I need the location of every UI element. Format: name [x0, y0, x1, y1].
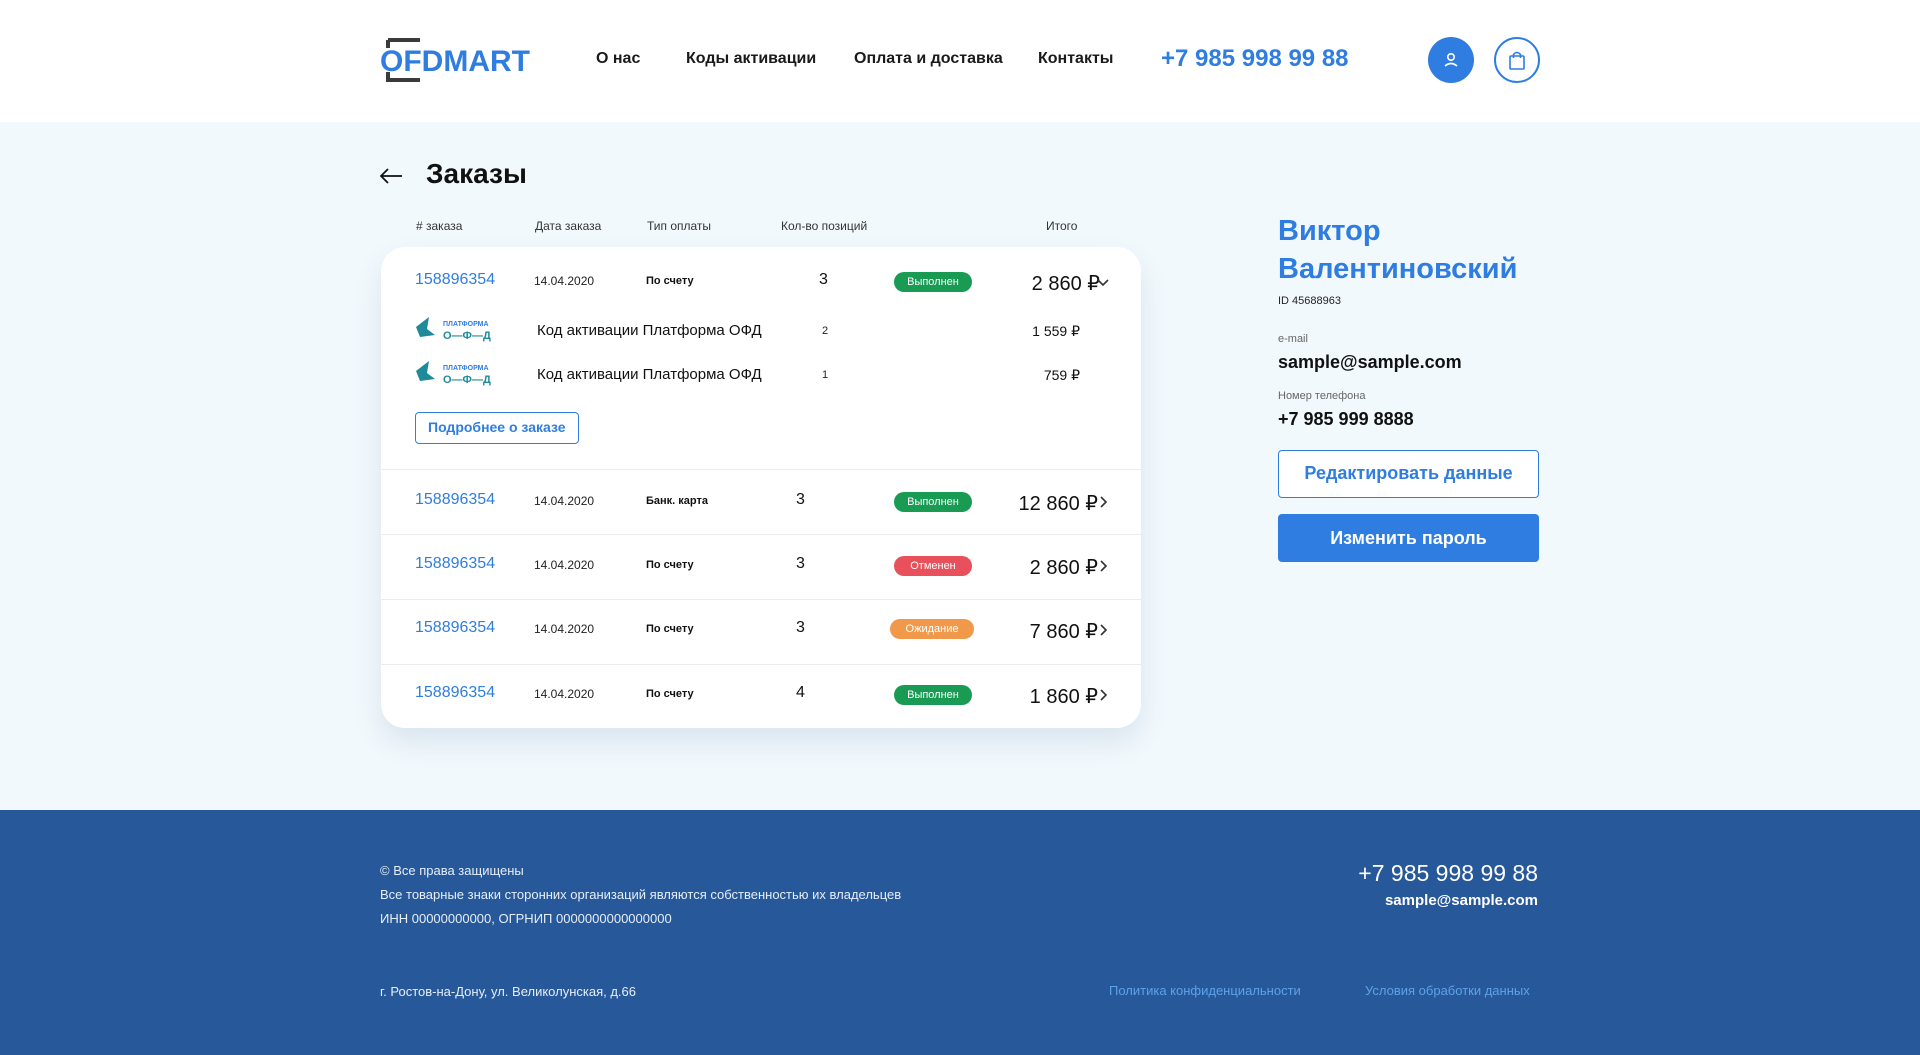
nav-item-contacts[interactable]: Контакты [1038, 50, 1113, 68]
order-row-expanded[interactable]: 158896354 14.04.2020 По счету 3 Выполнен… [381, 247, 1141, 469]
status-badge: Выполнен [894, 685, 972, 705]
item-price: 759 ₽ [1043, 367, 1080, 383]
item-count: 3 [796, 619, 805, 636]
cart-button[interactable] [1494, 37, 1540, 83]
status-badge: Отменен [894, 556, 972, 576]
ofdmart-logo[interactable]: OFDMART [380, 34, 530, 86]
email-value: sample@sample.com [1278, 352, 1462, 372]
order-total: 2 860 ₽ [1031, 273, 1100, 295]
status-badge: Выполнен [894, 272, 972, 292]
profile-id: ID 45688963 [1278, 295, 1341, 307]
company-ids: ИНН 00000000000, ОГРНИП 0000000000000000 [380, 911, 672, 926]
order-row[interactable]: 158896354 14.04.2020 По счету 3 Отменен … [381, 535, 1141, 599]
order-row[interactable]: 158896354 14.04.2020 Банк. карта 3 Выпол… [381, 470, 1141, 534]
order-total: 7 860 ₽ [1029, 621, 1098, 643]
order-details-button[interactable]: Подробнее о заказе [415, 412, 579, 444]
nav-item-about[interactable]: О нас [596, 50, 640, 68]
payment-type: По счету [646, 623, 694, 635]
order-date: 14.04.2020 [534, 274, 595, 288]
chevron-right-icon[interactable] [1095, 494, 1111, 510]
edit-profile-button[interactable]: Редактировать данные [1278, 450, 1539, 498]
item-name: Код активации Платформа ОФД [537, 322, 762, 339]
page-title: Заказы [426, 158, 527, 189]
header-phone[interactable]: +7 985 998 99 88 [1161, 45, 1349, 73]
email-label: e-mail [1278, 333, 1308, 345]
payment-type: По счету [646, 688, 694, 700]
chevron-right-icon[interactable] [1095, 622, 1111, 638]
item-count: 3 [796, 555, 805, 572]
svg-text:ПЛАТФОРМА: ПЛАТФОРМА [443, 321, 489, 328]
change-password-button[interactable]: Изменить пароль [1278, 514, 1539, 562]
trademark-notice: Все товарные знаки сторонних организаций… [380, 887, 902, 902]
logo-text: OFDMART [380, 45, 530, 78]
column-header-date: Дата заказа [535, 219, 602, 233]
copyright: © Все права защищены [380, 863, 524, 878]
order-total: 12 860 ₽ [1018, 493, 1098, 515]
footer-email[interactable]: sample@sample.com [1385, 892, 1538, 909]
item-qty: 1 [822, 369, 829, 381]
phone-label: Номер телефона [1278, 390, 1366, 402]
platforma-ofd-logo: ПЛАТФОРМА О—Ф—Д [416, 361, 491, 386]
chevron-right-icon[interactable] [1095, 558, 1111, 574]
order-row[interactable]: 158896354 14.04.2020 По счету 4 Выполнен… [381, 665, 1141, 728]
item-count: 4 [796, 684, 805, 701]
svg-text:О—Ф—Д: О—Ф—Д [443, 330, 491, 342]
order-id-link[interactable]: 158896354 [415, 619, 495, 637]
payment-type: Банк. карта [646, 495, 708, 507]
order-id-link[interactable]: 158896354 [415, 555, 495, 573]
status-badge: Ожидание [890, 619, 974, 639]
payment-type: По счету [646, 275, 694, 287]
column-header-qty: Кол-во позиций [781, 219, 868, 233]
order-date: 14.04.2020 [534, 687, 595, 701]
item-count: 3 [796, 491, 805, 508]
phone-value: +7 985 999 8888 [1278, 409, 1414, 429]
account-button[interactable] [1428, 37, 1474, 83]
footer-address: г. Ростов-на-Дону, ул. Великолунская, д.… [380, 984, 637, 999]
shopping-bag-icon [1509, 51, 1525, 70]
site-footer: © Все права защищены Все товарные знаки … [0, 810, 1920, 1055]
order-total: 1 860 ₽ [1029, 686, 1098, 708]
order-id-link[interactable]: 158896354 [415, 491, 495, 509]
order-date: 14.04.2020 [534, 558, 595, 572]
chevron-down-icon[interactable] [1095, 274, 1111, 290]
orders-list: 158896354 14.04.2020 По счету 3 Выполнен… [381, 247, 1141, 728]
column-header-order-id: # заказа [416, 219, 463, 233]
order-date: 14.04.2020 [534, 494, 595, 508]
platforma-ofd-logo: ПЛАТФОРМА О—Ф—Д [416, 317, 491, 342]
order-row[interactable]: 158896354 14.04.2020 По счету 3 Ожидание… [381, 600, 1141, 664]
back-arrow-icon[interactable] [378, 164, 404, 188]
column-header-total: Итого [1046, 219, 1078, 233]
order-date: 14.04.2020 [534, 622, 595, 636]
order-total: 2 860 ₽ [1029, 557, 1098, 579]
svg-text:О—Ф—Д: О—Ф—Д [443, 374, 491, 386]
item-name: Код активации Платформа ОФД [537, 366, 762, 383]
nav-item-activation-codes[interactable]: Коды активации [686, 50, 816, 68]
payment-type: По счету [646, 559, 694, 571]
user-icon [1444, 52, 1458, 67]
order-id-link[interactable]: 158896354 [415, 684, 495, 702]
footer-phone[interactable]: +7 985 998 99 88 [1358, 860, 1538, 887]
order-id-link[interactable]: 158896354 [415, 271, 495, 289]
chevron-right-icon[interactable] [1095, 687, 1111, 703]
svg-text:ПЛАТФОРМА: ПЛАТФОРМА [443, 365, 489, 372]
site-header: OFDMART О нас Коды активации Оплата и до… [0, 0, 1920, 122]
data-processing-terms-link[interactable]: Условия обработки данных [1365, 983, 1530, 998]
item-count: 3 [819, 271, 828, 288]
nav-item-payment-delivery[interactable]: Оплата и доставка [854, 50, 1003, 68]
privacy-policy-link[interactable]: Политика конфиденциальности [1109, 983, 1301, 998]
profile-name: Виктор Валентиновский [1278, 215, 1518, 285]
status-badge: Выполнен [894, 492, 972, 512]
item-price: 1 559 ₽ [1032, 323, 1080, 339]
column-header-payment: Тип оплаты [647, 219, 712, 233]
item-qty: 2 [822, 325, 829, 337]
